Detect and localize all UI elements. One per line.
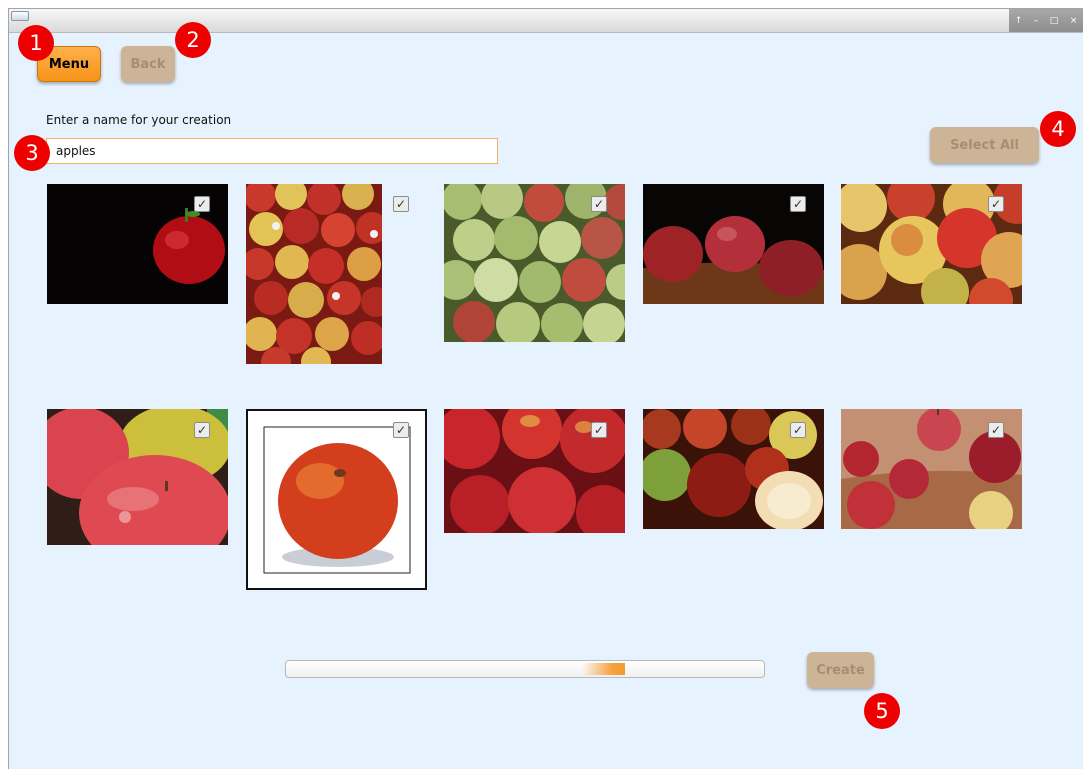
- progress-bar: [285, 660, 765, 678]
- marker-4: 4: [1040, 111, 1076, 147]
- progress-bar-fill: [582, 663, 626, 675]
- apple-image-2[interactable]: [246, 184, 382, 364]
- marker-1: 1: [18, 25, 54, 61]
- image-7-checkbox[interactable]: ✓: [393, 422, 409, 438]
- pin-icon[interactable]: ↑: [1015, 16, 1023, 26]
- image-9-checkbox[interactable]: ✓: [790, 422, 806, 438]
- image-3-checkbox[interactable]: ✓: [591, 196, 607, 212]
- minimize-icon[interactable]: –: [1034, 16, 1039, 26]
- maximize-icon[interactable]: □: [1050, 16, 1059, 26]
- app-icon: [11, 11, 29, 21]
- image-2-checkbox[interactable]: ✓: [393, 196, 409, 212]
- image-6-checkbox[interactable]: ✓: [194, 422, 210, 438]
- marker-5: 5: [864, 693, 900, 729]
- create-button[interactable]: Create: [807, 652, 874, 688]
- select-all-button[interactable]: Select All: [930, 127, 1039, 163]
- window-controls: ↑ – □ ×: [1009, 9, 1083, 32]
- image-1-checkbox[interactable]: ✓: [194, 196, 210, 212]
- back-button[interactable]: Back: [121, 46, 175, 82]
- marker-2: 2: [175, 22, 211, 58]
- image-4-checkbox[interactable]: ✓: [790, 196, 806, 212]
- marker-3: 3: [14, 135, 50, 171]
- name-field-label: Enter a name for your creation: [46, 113, 232, 127]
- close-icon[interactable]: ×: [1070, 16, 1078, 26]
- creation-name-input[interactable]: [46, 138, 498, 164]
- image-8-checkbox[interactable]: ✓: [591, 422, 607, 438]
- title-bar[interactable]: ↑ – □ ×: [9, 9, 1083, 33]
- image-10-checkbox[interactable]: ✓: [988, 422, 1004, 438]
- image-5-checkbox[interactable]: ✓: [988, 196, 1004, 212]
